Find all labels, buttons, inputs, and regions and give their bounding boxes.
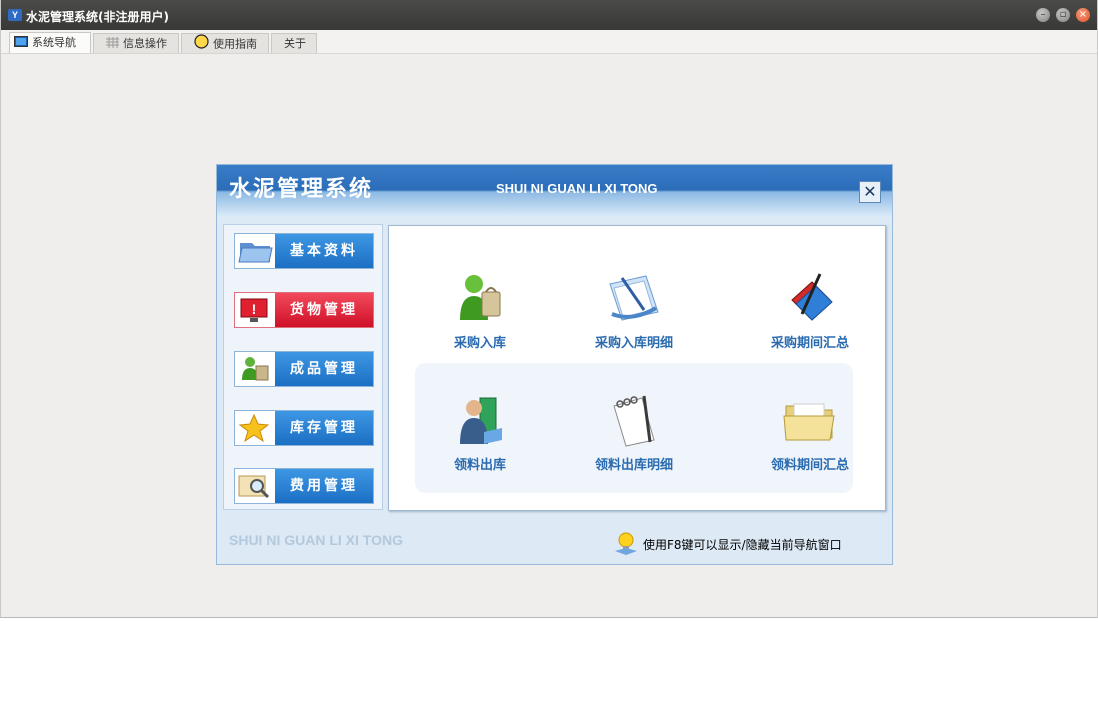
open-folder-icon <box>780 392 840 448</box>
footer-brand-text: SHUI NI GUAN LI XI TONG <box>229 532 403 548</box>
user-bag-icon <box>235 352 275 386</box>
tab-about[interactable]: 关于 <box>271 33 317 53</box>
grid-item-material-detail[interactable]: 领料出库明细 <box>564 392 704 473</box>
grid-item-purchase-in[interactable]: 采购入库 <box>410 270 550 351</box>
help-icon <box>194 34 209 55</box>
grid-item-label: 领料期间汇总 <box>770 458 849 473</box>
monitor-icon <box>14 34 28 53</box>
title-bar[interactable]: Y 水泥管理系统(非注册用户) – ▫ × <box>1 0 1097 30</box>
window-title: 水泥管理系统(非注册用户) <box>26 10 169 24</box>
navigation-panel: 水泥管理系统 SHUI NI GUAN LI XI TONG ✕ 基本资料 ! … <box>216 164 893 565</box>
side-menu: 基本资料 ! 货物管理 成品管理 库存管理 费用管理 <box>223 224 383 510</box>
grid-item-label: 领料出库明细 <box>594 458 673 473</box>
app-window: Y 水泥管理系统(非注册用户) – ▫ × 系统导航 信息操作 使用指南 关于 … <box>0 0 1098 618</box>
hint-text: 使用F8键可以显示/隐藏当前导航窗口 <box>643 538 842 552</box>
magnifier-icon <box>235 469 275 503</box>
side-button-basic-data[interactable]: 基本资料 <box>234 233 374 269</box>
panel-header: 水泥管理系统 SHUI NI GUAN LI XI TONG ✕ <box>217 165 892 217</box>
tab-label: 关于 <box>284 37 306 50</box>
panel-subtitle: SHUI NI GUAN LI XI TONG <box>496 181 658 196</box>
side-button-goods[interactable]: ! 货物管理 <box>234 292 374 328</box>
side-button-products[interactable]: 成品管理 <box>234 351 374 387</box>
folder-icon <box>235 234 275 268</box>
grid-item-material-summary[interactable]: 领料期间汇总 <box>740 392 880 473</box>
book-pen-icon <box>780 270 840 326</box>
svg-text:!: ! <box>252 301 257 317</box>
side-button-label: 基本资料 <box>290 243 358 259</box>
tab-info-ops[interactable]: 信息操作 <box>93 33 179 53</box>
hint-bar: 使用F8键可以显示/隐藏当前导航窗口 <box>613 529 883 555</box>
lightbulb-icon <box>613 531 639 555</box>
grid-icon <box>106 35 119 54</box>
notepad-pen-icon <box>604 392 664 448</box>
grid-item-label: 采购期间汇总 <box>770 336 849 351</box>
document-pen-icon <box>604 270 664 326</box>
side-button-label: 库存管理 <box>290 420 358 436</box>
side-button-label: 货物管理 <box>290 302 358 318</box>
tab-label: 使用指南 <box>213 37 257 51</box>
grid-item-purchase-detail[interactable]: 采购入库明细 <box>564 270 704 351</box>
star-icon <box>235 411 275 445</box>
tab-label: 信息操作 <box>123 37 167 50</box>
panel-close-button[interactable]: ✕ <box>859 181 881 203</box>
maximize-button[interactable]: ▫ <box>1056 8 1070 22</box>
function-grid: 采购入库 采购入库明细 采购期间汇总 领料出库 领料出库明细 领料期间汇总 <box>388 225 886 511</box>
tab-bar: 系统导航 信息操作 使用指南 关于 <box>1 30 1097 54</box>
grid-item-label: 采购入库明细 <box>594 336 673 351</box>
side-button-inventory[interactable]: 库存管理 <box>234 410 374 446</box>
grid-item-label: 采购入库 <box>453 336 506 351</box>
panel-title: 水泥管理系统 <box>229 177 374 202</box>
side-button-label: 费用管理 <box>290 478 358 494</box>
close-window-button[interactable]: × <box>1076 8 1090 22</box>
grid-item-material-out[interactable]: 领料出库 <box>410 392 550 473</box>
side-button-expenses[interactable]: 费用管理 <box>234 468 374 504</box>
grid-item-purchase-summary[interactable]: 采购期间汇总 <box>740 270 880 351</box>
tab-system-nav[interactable]: 系统导航 <box>9 32 91 53</box>
tab-user-guide[interactable]: 使用指南 <box>181 33 269 53</box>
person-book-icon <box>450 392 510 448</box>
side-button-label: 成品管理 <box>290 361 358 377</box>
app-logo-icon: Y <box>8 9 22 21</box>
tab-label: 系统导航 <box>32 36 76 49</box>
minimize-button[interactable]: – <box>1036 8 1050 22</box>
user-bag-icon <box>450 270 510 326</box>
alert-monitor-icon: ! <box>235 293 275 327</box>
grid-item-label: 领料出库 <box>453 458 506 473</box>
